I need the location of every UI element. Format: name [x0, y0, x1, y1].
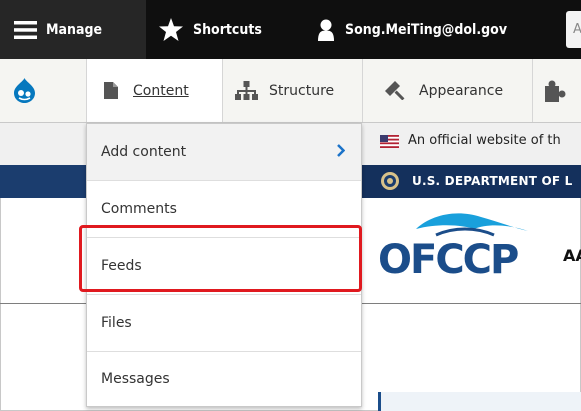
drupal-home-link[interactable] — [14, 59, 35, 122]
menu-item-label: Messages — [101, 371, 170, 387]
page-banner-left — [0, 123, 88, 165]
tab-structure[interactable]: Structure — [235, 59, 334, 122]
tab-structure-label: Structure — [269, 82, 335, 99]
us-flag-icon — [380, 135, 399, 148]
menu-item-add-content[interactable]: Add content — [87, 124, 361, 181]
tab-content[interactable]: Content — [87, 59, 222, 122]
star-icon — [159, 18, 183, 41]
tab-extend[interactable] — [545, 59, 569, 122]
feeds-highlight-box — [79, 225, 362, 292]
department-text: U.S. DEPARTMENT OF L — [412, 174, 573, 188]
page-heading-partial: AA — [563, 246, 581, 265]
menu-item-messages[interactable]: Messages — [87, 352, 361, 406]
dol-seal-icon — [381, 172, 399, 190]
manage-tab[interactable]: Manage — [0, 0, 146, 59]
sitemap-icon — [235, 81, 258, 100]
page-icon — [104, 82, 118, 99]
department-bar-left — [0, 165, 88, 198]
toolbar-search-input[interactable]: A — [566, 11, 581, 48]
tab-content-label: Content — [133, 82, 189, 99]
tray-divider — [532, 59, 533, 122]
content-box — [378, 392, 581, 411]
search-partial-text: A — [573, 22, 581, 37]
menu-item-label: Comments — [101, 201, 177, 217]
paintbrush-icon — [385, 81, 406, 101]
drupal-logo-icon — [14, 78, 35, 103]
puzzle-icon — [545, 80, 569, 102]
tray-divider — [362, 59, 363, 122]
tab-appearance-label: Appearance — [419, 82, 504, 99]
official-banner-text: An official website of th — [408, 133, 561, 148]
menu-item-label: Files — [101, 315, 132, 331]
tray-divider — [222, 59, 223, 122]
ofccp-logo[interactable]: OFCCP — [376, 207, 546, 287]
chevron-right-icon — [337, 144, 346, 161]
user-label: Song.MeiTing@dol.gov — [345, 21, 508, 38]
ofccp-logo-text: OFCCP — [378, 237, 519, 283]
user-tab[interactable]: Song.MeiTing@dol.gov — [318, 0, 507, 59]
admin-toolbar: Manage Shortcuts Song.MeiTing@dol.gov A — [0, 0, 581, 59]
admin-tray: Content Structure Appearance — [0, 59, 581, 123]
hamburger-icon — [14, 20, 37, 39]
menu-item-label: Add content — [101, 144, 187, 160]
tab-appearance[interactable]: Appearance — [385, 59, 503, 122]
shortcuts-label: Shortcuts — [193, 21, 262, 38]
shortcuts-tab[interactable]: Shortcuts — [159, 0, 262, 59]
menu-item-files[interactable]: Files — [87, 295, 361, 352]
manage-label: Manage — [46, 21, 103, 38]
user-icon — [318, 19, 334, 41]
